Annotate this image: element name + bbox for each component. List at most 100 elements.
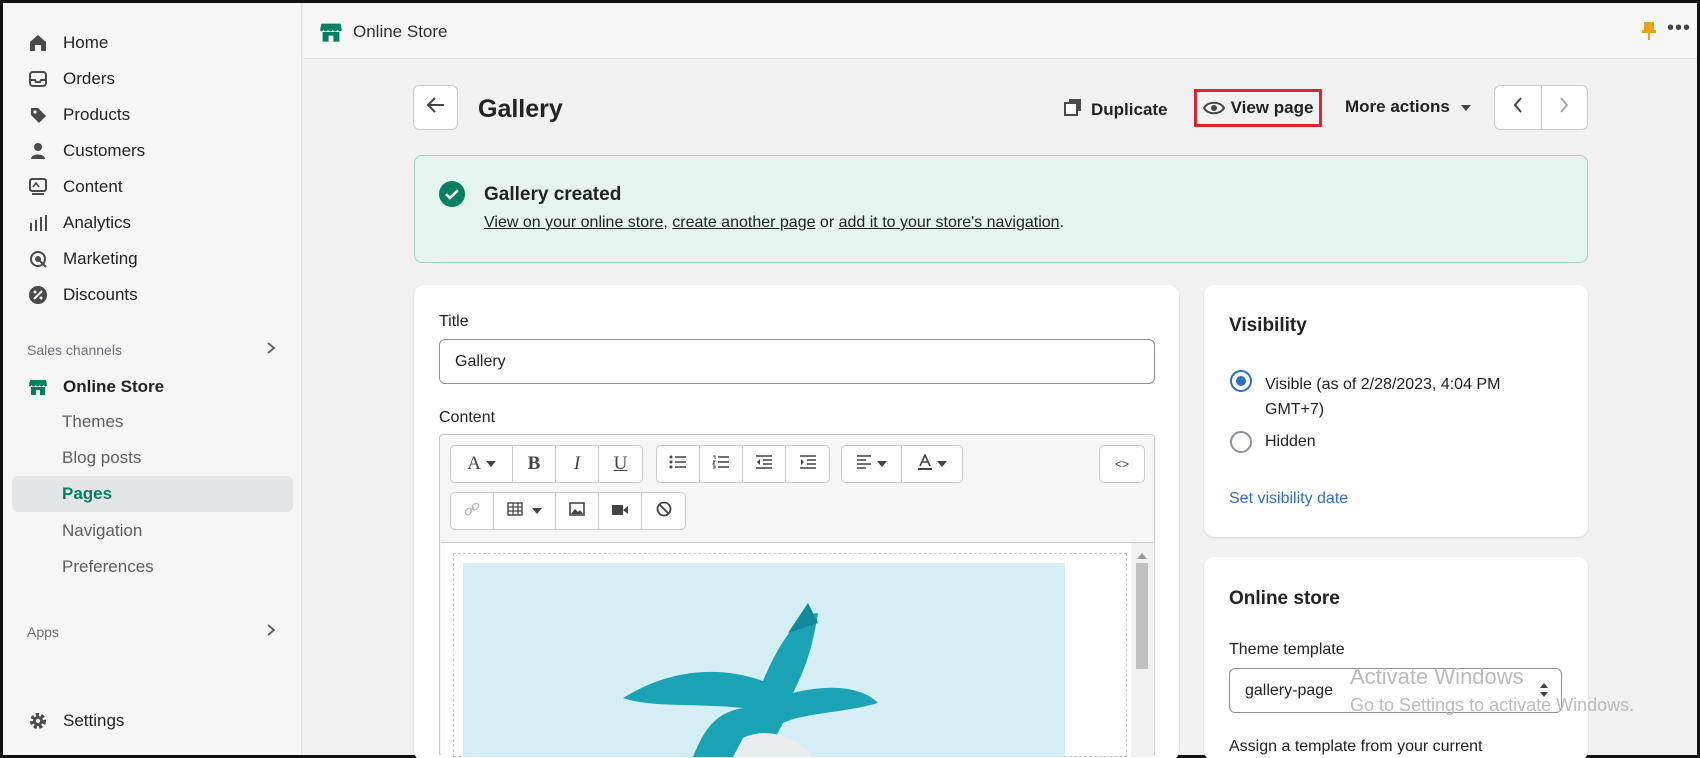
outdent-button[interactable] xyxy=(743,446,786,482)
sidebar-item-products[interactable]: Products xyxy=(27,100,130,130)
show-html-button[interactable]: <> xyxy=(1100,446,1144,482)
back-button[interactable] xyxy=(413,85,458,130)
indent-icon xyxy=(799,454,817,474)
sidebar-item-discounts[interactable]: Discounts xyxy=(27,280,138,310)
font-size-button[interactable]: A xyxy=(451,446,513,482)
theme-template-label: Theme template xyxy=(1229,641,1345,658)
sidebar-subitem-navigation[interactable]: Navigation xyxy=(62,516,142,546)
target-icon xyxy=(27,248,49,270)
bullet-list-button[interactable] xyxy=(657,446,700,482)
online-store-heading: Online store xyxy=(1229,588,1340,609)
view-page-button[interactable]: View page xyxy=(1194,89,1322,127)
insert-link-button[interactable] xyxy=(451,493,494,529)
sidebar-item-label: Analytics xyxy=(63,213,132,232)
gear-icon xyxy=(27,710,49,732)
store-icon xyxy=(27,376,49,398)
insert-image-button[interactable] xyxy=(556,493,599,529)
sidebar-subitem-themes[interactable]: Themes xyxy=(62,407,123,437)
text-color-button[interactable] xyxy=(902,446,962,482)
sidebar-item-label: Home xyxy=(63,33,109,52)
duplicate-button[interactable]: Duplicate xyxy=(1063,97,1168,122)
sidebar-item-analytics[interactable]: Analytics xyxy=(27,208,131,238)
set-visibility-date-link[interactable]: Set visibility date xyxy=(1229,490,1348,508)
activate-windows-title: Activate Windows xyxy=(1350,664,1524,689)
home-icon xyxy=(27,32,49,54)
discount-icon xyxy=(27,284,49,306)
align-button[interactable] xyxy=(842,446,902,482)
next-button[interactable] xyxy=(1542,86,1588,129)
duplicate-icon xyxy=(1063,97,1083,122)
list-group xyxy=(656,445,830,483)
scrollbar-thumb[interactable] xyxy=(1136,563,1148,669)
title-input[interactable]: Gallery xyxy=(439,339,1155,384)
pin-icon[interactable] xyxy=(1641,21,1657,46)
insert-table-button[interactable] xyxy=(494,493,556,529)
sales-channels-header[interactable]: Sales channels xyxy=(27,341,277,358)
sidebar-item-label: Products xyxy=(63,105,131,124)
add-to-navigation-link[interactable]: add it to your store's navigation xyxy=(839,214,1060,231)
align-left-icon xyxy=(856,454,872,474)
sidebar-item-orders[interactable]: Orders xyxy=(27,64,115,94)
clear-formatting-button[interactable] xyxy=(642,493,685,529)
underline-button[interactable]: U xyxy=(599,446,642,482)
sidebar-item-marketing[interactable]: Marketing xyxy=(27,244,138,274)
sidebar-item-home[interactable]: Home xyxy=(27,28,108,58)
success-banner: Gallery created View on your online stor… xyxy=(414,155,1588,263)
sidebar-item-content[interactable]: Content xyxy=(27,172,123,202)
align-color-group xyxy=(841,445,963,483)
more-actions-button[interactable]: More actions xyxy=(1345,97,1472,117)
person-icon xyxy=(27,140,49,162)
separator: or xyxy=(815,214,839,231)
editor-scrollbar[interactable] xyxy=(1131,543,1153,757)
indent-button[interactable] xyxy=(786,446,829,482)
clear-format-icon xyxy=(656,501,672,522)
activate-windows-subtitle: Go to Settings to activate Windows. xyxy=(1350,695,1635,715)
view-online-store-link[interactable]: View on your online store xyxy=(484,214,663,231)
text-color-icon xyxy=(917,452,933,475)
previous-button[interactable] xyxy=(1495,86,1542,129)
sidebar-item-online-store[interactable]: Online Store xyxy=(27,372,164,402)
check-circle-icon xyxy=(439,181,465,212)
visibility-heading: Visibility xyxy=(1229,315,1307,336)
sidebar-item-settings[interactable]: Settings xyxy=(27,706,124,736)
numbered-list-button[interactable] xyxy=(700,446,743,482)
apps-label: Apps xyxy=(27,623,59,640)
visible-label-line1: Visible (as of 2/28/2023, 4:04 PM xyxy=(1265,376,1501,393)
image-icon xyxy=(569,501,585,521)
caret-down-icon xyxy=(1460,97,1472,117)
sidebar: Home Orders Products Customers Content A… xyxy=(3,3,302,755)
assign-template-text: Assign a template from your current xyxy=(1229,738,1483,755)
content-icon xyxy=(27,176,49,198)
store-icon xyxy=(319,20,343,49)
table-icon xyxy=(507,501,523,521)
separator: . xyxy=(1059,214,1065,231)
bold-button[interactable]: B xyxy=(513,446,556,482)
apps-header[interactable]: Apps xyxy=(27,623,277,640)
title-label: Title xyxy=(439,313,469,330)
editor-body[interactable] xyxy=(441,542,1153,757)
view-page-label: View page xyxy=(1230,98,1314,117)
sidebar-subitem-blog-posts[interactable]: Blog posts xyxy=(62,443,141,473)
active-item-highlight xyxy=(12,476,293,512)
insert-video-button[interactable] xyxy=(599,493,642,529)
sidebar-item-label: Discounts xyxy=(63,285,138,304)
code-icon: <> xyxy=(1114,457,1129,471)
tag-icon xyxy=(27,104,49,126)
gallery-image[interactable] xyxy=(463,563,1065,757)
more-options-icon[interactable]: ••• xyxy=(1667,17,1691,40)
italic-button[interactable]: I xyxy=(556,446,599,482)
top-bar: Online Store ••• xyxy=(303,3,1697,59)
theme-template-value: gallery-page xyxy=(1245,681,1334,699)
pagination xyxy=(1494,85,1588,130)
visible-radio[interactable] xyxy=(1230,370,1252,392)
sidebar-subitem-pages[interactable]: Pages xyxy=(62,479,112,509)
sidebar-item-label: Content xyxy=(63,177,123,196)
banner-message: View on your online store, create anothe… xyxy=(484,214,1064,232)
link-icon xyxy=(464,501,480,522)
create-another-page-link[interactable]: create another page xyxy=(672,214,815,231)
hidden-radio[interactable] xyxy=(1230,431,1252,453)
sidebar-subitem-preferences[interactable]: Preferences xyxy=(62,552,154,582)
bar-chart-icon xyxy=(27,212,49,234)
sidebar-item-label: Marketing xyxy=(63,249,138,268)
sidebar-item-customers[interactable]: Customers xyxy=(27,136,145,166)
